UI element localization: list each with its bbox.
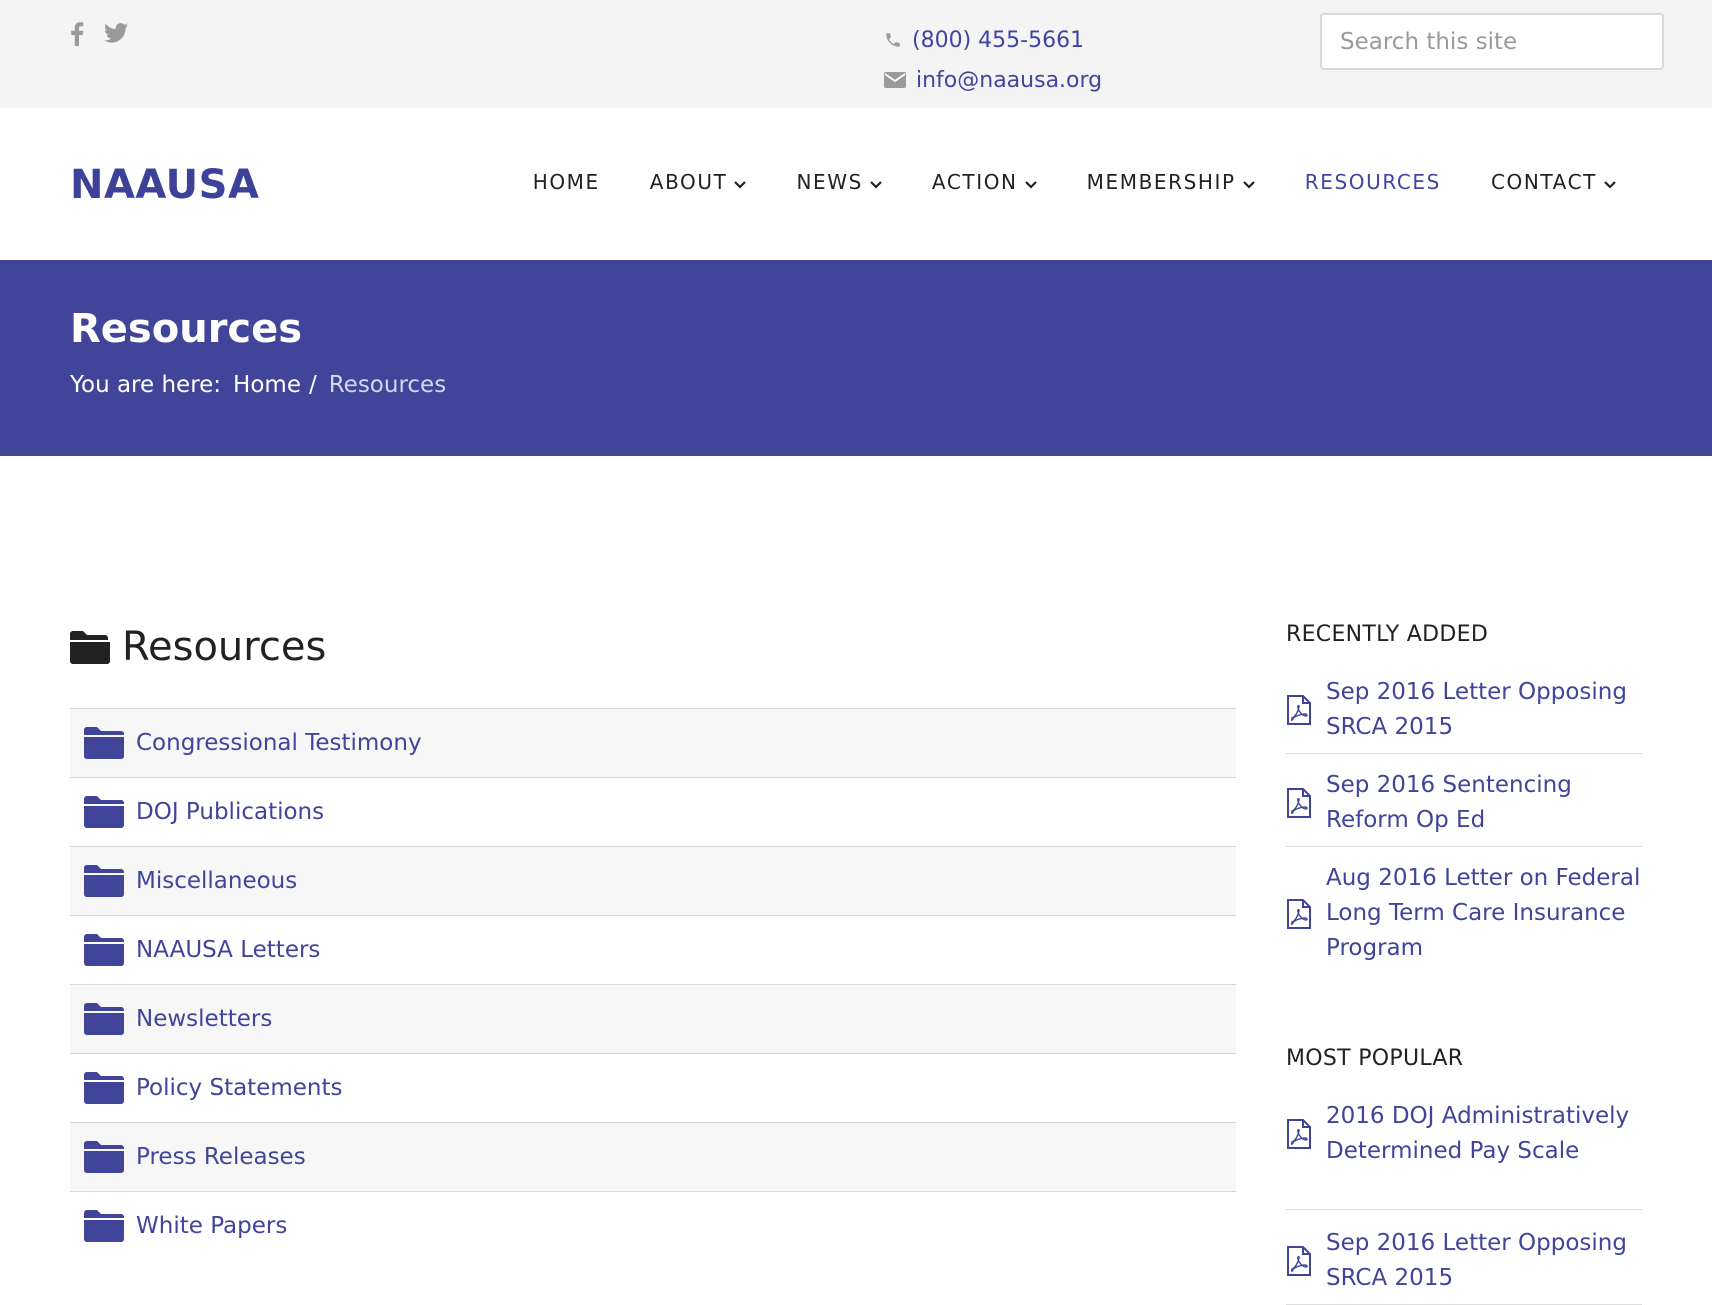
pdf-file-icon (1286, 898, 1326, 929)
email-row: info@naausa.org (884, 60, 1102, 100)
pdf-file-icon (1286, 788, 1326, 818)
category-label: Congressional Testimony (136, 730, 422, 756)
document-link[interactable]: Sep 2016 Sentencing Reform Op Ed (1286, 754, 1642, 847)
category-row[interactable]: Newsletters (70, 984, 1236, 1053)
breadcrumb-separator: / (308, 372, 317, 398)
chevron-down-icon (870, 170, 882, 194)
chevron-down-icon (1024, 170, 1037, 194)
document-link[interactable]: Sep 2016 Letter Opposing SRCA 2015 (1286, 661, 1642, 754)
search-input[interactable] (1320, 13, 1664, 70)
category-row[interactable]: NAAUSA Letters (70, 915, 1236, 984)
nav-item-about[interactable]: ABOUT (650, 170, 747, 194)
nav-item-label: HOME (532, 170, 600, 194)
breadcrumb: You are here: Home / Resources (70, 372, 446, 398)
document-title: 2016 DOJ Administratively Determined Pay… (1326, 1103, 1630, 1164)
category-row[interactable]: Policy Statements (70, 1053, 1236, 1122)
envelope-icon (884, 72, 906, 88)
document-title: Sep 2016 Sentencing Reform Op Ed (1326, 772, 1572, 833)
category-row[interactable]: Congressional Testimony (70, 708, 1236, 777)
pdf-file-icon (1286, 1119, 1326, 1149)
breadcrumb-home-link[interactable]: Home (233, 372, 301, 398)
folder-icon (84, 1141, 136, 1173)
social-links (70, 22, 128, 46)
facebook-icon[interactable] (70, 22, 84, 46)
chevron-down-icon (1604, 170, 1616, 194)
phone-link[interactable]: (800) 455-5661 (912, 28, 1084, 53)
most-popular-heading: MOST POPULAR (1286, 1046, 1464, 1071)
phone-row: (800) 455-5661 (884, 20, 1102, 60)
folder-icon (84, 1210, 136, 1242)
category-list: Congressional Testimony DOJ Publications M… (70, 708, 1236, 1260)
folder-open-icon (70, 631, 110, 664)
most-popular-section: MOST POPULAR 2016 DOJ Administratively D… (1286, 1046, 1642, 1305)
resources-heading: Resources (70, 624, 326, 670)
pdf-file-icon (1286, 1246, 1326, 1276)
recently-added-list: Sep 2016 Letter Opposing SRCA 2015 Sep 20… (1286, 661, 1642, 974)
document-title: Sep 2016 Letter Opposing SRCA 2015 (1326, 679, 1627, 740)
page-title: Resources (70, 306, 303, 352)
nav-item-label: MEMBERSHIP (1086, 170, 1236, 194)
folder-icon (84, 796, 136, 828)
breadcrumb-prefix: You are here: (70, 372, 222, 398)
folder-icon (84, 865, 136, 897)
nav-item-resources[interactable]: RESOURCES (1305, 170, 1441, 194)
document-link[interactable]: 2016 DOJ Administratively Determined Pay… (1286, 1085, 1642, 1210)
phone-icon (886, 33, 900, 47)
nav-item-news[interactable]: NEWS (796, 170, 882, 194)
site-logo[interactable]: NAAUSA (70, 162, 259, 208)
document-title: Aug 2016 Letter on Federal Long Term Car… (1326, 865, 1641, 961)
document-title: Sep 2016 Letter Opposing SRCA 2015 (1326, 1230, 1627, 1291)
category-label: DOJ Publications (136, 799, 325, 825)
category-row[interactable]: DOJ Publications (70, 777, 1236, 846)
folder-icon (84, 1003, 136, 1035)
resources-heading-text: Resources (122, 624, 327, 670)
contact-info: (800) 455-5661 info@naausa.org (884, 20, 1102, 100)
top-bar: (800) 455-5661 info@naausa.org (0, 0, 1712, 108)
nav-item-label: RESOURCES (1304, 170, 1441, 194)
nav-item-label: ACTION (931, 170, 1018, 194)
nav-item-label: ABOUT (649, 170, 728, 194)
twitter-icon[interactable] (104, 22, 128, 46)
recently-added-section: RECENTLY ADDED Sep 2016 Letter Opposing … (1286, 622, 1642, 974)
category-row[interactable]: White Papers (70, 1191, 1236, 1260)
category-label: Miscellaneous (136, 868, 298, 894)
document-link[interactable]: Aug 2016 Letter on Federal Long Term Car… (1286, 847, 1642, 974)
nav-item-contact[interactable]: CONTACT (1491, 170, 1616, 194)
email-link[interactable]: info@naausa.org (916, 68, 1102, 93)
chevron-down-icon (734, 170, 747, 194)
folder-icon (84, 727, 136, 759)
category-row[interactable]: Press Releases (70, 1122, 1236, 1191)
category-label: Newsletters (136, 1006, 273, 1032)
main-nav: HOME ABOUT NEWS ACTION MEMBERSHIP RESOURCES CO… (533, 170, 1616, 194)
folder-icon (84, 934, 136, 966)
nav-item-action[interactable]: ACTION (932, 170, 1037, 194)
recently-added-heading: RECENTLY ADDED (1286, 622, 1489, 647)
site-header: NAAUSA HOME ABOUT NEWS ACTION MEMBERSHIP RESO… (0, 108, 1712, 260)
nav-item-label: NEWS (796, 170, 863, 194)
folder-icon (84, 1072, 136, 1104)
category-label: Press Releases (136, 1144, 306, 1170)
category-label: White Papers (136, 1213, 288, 1239)
nav-item-home[interactable]: HOME (533, 170, 600, 194)
breadcrumb-current: Resources (328, 372, 447, 398)
category-row[interactable]: Miscellaneous (70, 846, 1236, 915)
chevron-down-icon (1242, 170, 1255, 194)
category-label: NAAUSA Letters (136, 937, 321, 963)
nav-item-label: CONTACT (1490, 170, 1597, 194)
page-banner: Resources You are here: Home / Resources (0, 260, 1712, 456)
document-link[interactable]: Sep 2016 Letter Opposing SRCA 2015 (1286, 1210, 1642, 1305)
most-popular-list: 2016 DOJ Administratively Determined Pay… (1286, 1085, 1642, 1305)
category-label: Policy Statements (136, 1075, 343, 1101)
pdf-file-icon (1286, 695, 1326, 725)
nav-item-membership[interactable]: MEMBERSHIP (1087, 170, 1255, 194)
